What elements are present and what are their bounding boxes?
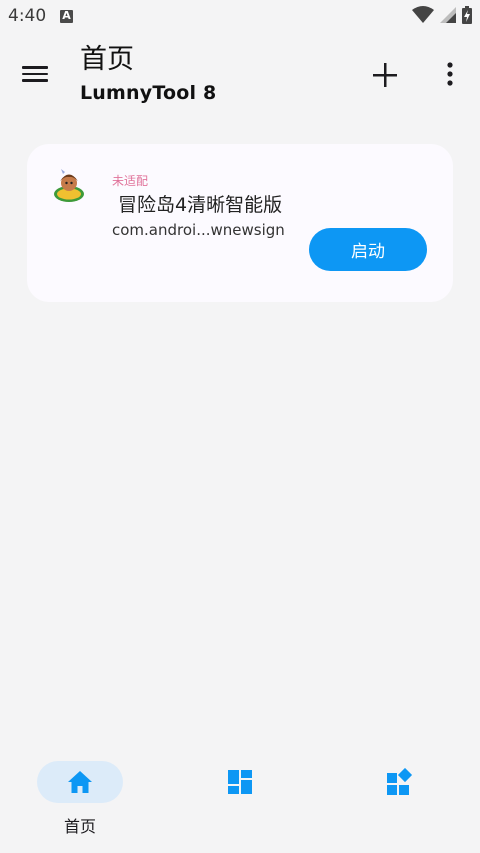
app-name: 冒险岛4清晰智能版	[118, 194, 283, 216]
status-bar: 4:40	[0, 0, 480, 32]
plus-icon	[373, 63, 397, 87]
cell-signal-icon	[440, 7, 456, 23]
nav-item-dashboard[interactable]	[180, 761, 300, 803]
status-right-icons	[412, 6, 472, 24]
more-options-button[interactable]	[440, 60, 460, 90]
app-subtitle: LumnyTool 8	[80, 82, 217, 104]
menu-button[interactable]	[22, 62, 52, 88]
status-time: 4:40	[8, 6, 47, 26]
top-app-bar: 首页 LumnyTool 8	[0, 32, 480, 120]
launch-button[interactable]: 启动	[309, 228, 427, 271]
dashboard-icon	[228, 770, 252, 794]
bottom-navigation: 首页	[0, 753, 480, 853]
widgets-icon	[387, 768, 413, 795]
package-name: com.androi...wnewsign	[112, 221, 285, 239]
wifi-icon	[412, 6, 434, 23]
nav-item-widgets[interactable]	[340, 761, 460, 803]
nav-label-home: 首页	[63, 817, 96, 836]
status-badge: 未适配	[112, 174, 149, 188]
battery-icon	[462, 6, 472, 24]
add-button[interactable]	[370, 60, 400, 90]
notification-a-icon	[60, 9, 74, 23]
page-title: 首页	[80, 44, 134, 75]
more-vert-icon	[447, 62, 453, 86]
nav-item-home[interactable]: 首页	[20, 761, 140, 837]
menu-icon	[22, 66, 48, 69]
home-icon	[68, 771, 92, 793]
title-block: 首页 LumnyTool 8	[80, 44, 216, 104]
app-card[interactable]: 未适配 冒险岛4清晰智能版 com.androi...wnewsign 启动	[27, 144, 453, 302]
app-icon	[54, 169, 84, 202]
